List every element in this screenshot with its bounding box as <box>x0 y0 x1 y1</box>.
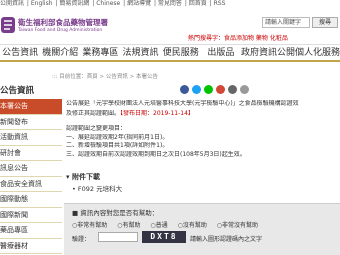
verify-label: 驗證： <box>72 236 91 243</box>
logo-name: 衛生福利部食品藥物管理署 <box>18 18 108 27</box>
feedback-radio[interactable]: ○非常沒有幫助 <box>217 222 262 229</box>
top-link[interactable]: Chinese <box>96 0 120 7</box>
change-item: 三、認證效期自前次認證效期到期日之次日(108年5月3日)起生效。 <box>66 150 246 158</box>
top-link[interactable]: English <box>31 0 53 7</box>
top-link[interactable]: 常見問答 <box>158 0 182 7</box>
nav-item[interactable]: 個人化服務 <box>295 45 340 60</box>
twitter-icon[interactable] <box>192 85 201 94</box>
attachment-link[interactable]: • F092 元培科大 <box>72 183 122 193</box>
sidebar-item[interactable]: 藥品專區 <box>0 223 62 239</box>
sidebar-item[interactable]: 訊息公告 <box>0 161 62 177</box>
fda-logo-icon <box>1 17 15 33</box>
nav-item[interactable]: 業務專區 <box>80 45 120 60</box>
nav-item[interactable]: 出版品 <box>201 45 241 60</box>
top-link[interactable]: RSS <box>214 0 226 7</box>
sidebar-item[interactable]: 新聞發布 <box>0 115 62 130</box>
feedback-radio[interactable]: ○沒有幫助 <box>178 222 211 229</box>
download-title: ▾ 附件下載 <box>66 173 100 181</box>
search-button[interactable]: 搜尋 <box>312 17 338 28</box>
top-link[interactable]: 回首頁 <box>189 0 207 7</box>
top-links: 公開資訊 | English | 簡易資訊網 | Chinese | 網站導覽 … <box>0 0 226 7</box>
article-text: 公告展延「元宇學校財團法人元培醫事科技大學(元宇檢驗中心)」之食品檢驗機構認證效 <box>66 100 299 107</box>
nav-item[interactable]: 便民服務 <box>161 45 201 60</box>
mail-icon[interactable] <box>240 85 249 94</box>
captcha-hint: 請輸入圖形認證碼內之文字 <box>190 236 263 243</box>
publish-date: 【發布日期：2019-11-14】 <box>120 109 194 117</box>
top-link[interactable]: 網站導覽 <box>127 0 151 7</box>
logo-subtitle: Taiwan Food and Drug Administration <box>18 28 103 33</box>
captcha-image: DXT8 <box>142 231 186 243</box>
nav-item[interactable]: 機關介紹 <box>40 45 80 60</box>
article-text: 及修正其認證範圍。 <box>66 109 121 117</box>
sidebar-item[interactable]: 食品安全資訊 <box>0 177 62 192</box>
feedback-title: ■ 資訊內容對您是否有幫助： <box>72 209 159 217</box>
captcha-input[interactable] <box>98 232 138 242</box>
line-icon[interactable] <box>204 85 213 94</box>
search-input[interactable]: 請輸入關鍵字 <box>262 17 310 28</box>
hot-keywords: 熱門搜尋字：食品添加物 藥物 化粧品 <box>188 35 288 42</box>
breadcrumb: ::: 目前位置：首頁 > 公告資訊 > 本署公告 <box>52 74 159 80</box>
feedback-panel: ■ 資訊內容對您是否有幫助： ○非常有幫助 ○有幫助 ○普通 ○沒有幫助 ○非常… <box>64 203 340 255</box>
feedback-radio[interactable]: ○普通 <box>150 222 171 229</box>
article: 公告展延「元宇學校財團法人元培醫事科技大學(元宇檢驗中心)」之食品檢驗機構認證效… <box>66 100 340 159</box>
sidebar-item[interactable]: 活動資訊 <box>0 130 62 146</box>
print-icon[interactable] <box>228 85 237 94</box>
sidebar-item[interactable]: 研討會 <box>0 146 62 161</box>
feedback-radio[interactable]: ○有幫助 <box>117 222 144 229</box>
feedback-options: ○非常有幫助 ○有幫助 ○普通 ○沒有幫助 ○非常沒有幫助 <box>72 220 266 229</box>
main-nav: 公告資訊 機關介紹 業務專區 法規資訊 便民服務 出版品 政府資訊公開 個人化服… <box>0 44 340 62</box>
sidebar-item[interactable]: 國際新聞 <box>0 208 62 223</box>
change-item: 一、展延認證效期2年(指同前月1日)。 <box>66 133 169 141</box>
top-link[interactable]: 公開資訊 <box>0 0 24 7</box>
sidebar: 公告資訊 本署公告 新聞發布 活動資訊 研討會 訊息公告 食品安全資訊 國際動態… <box>0 84 62 255</box>
sidebar-item[interactable]: 國際動態 <box>0 192 62 208</box>
facebook-icon[interactable] <box>180 85 189 94</box>
feedback-radio[interactable]: ○非常有幫助 <box>72 222 111 229</box>
nav-item[interactable]: 政府資訊公開 <box>241 45 295 60</box>
change-title: 認證範圍之變更項目： <box>66 125 127 132</box>
top-link[interactable]: 簡易資訊網 <box>59 0 89 7</box>
sidebar-item[interactable]: 醫療器材 <box>0 239 62 254</box>
feedback-icon: ■ <box>72 209 81 217</box>
header: 公開資訊 | English | 簡易資訊網 | Chinese | 網站導覽 … <box>0 0 340 44</box>
sidebar-item-active[interactable]: 本署公告 <box>0 99 62 115</box>
nav-item[interactable]: 法規資訊 <box>120 45 160 60</box>
site-logo[interactable]: 衛生福利部食品藥物管理署 Taiwan Food and Drug Admini… <box>0 13 108 39</box>
plurk-icon[interactable] <box>216 85 225 94</box>
share-icons <box>180 85 249 94</box>
nav-item[interactable]: 公告資訊 <box>0 45 40 60</box>
change-item: 二、新增檢驗項目共1項(詳如附件1)。 <box>66 142 169 149</box>
sidebar-title: 公告資訊 <box>0 86 35 96</box>
